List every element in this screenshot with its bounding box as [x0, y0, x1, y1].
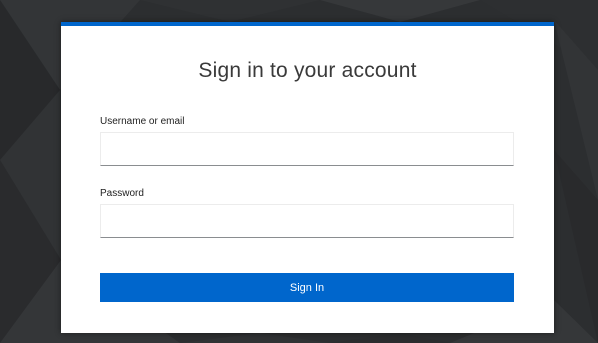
- page-title: Sign in to your account: [198, 59, 417, 82]
- username-input[interactable]: [100, 132, 514, 166]
- password-input[interactable]: [100, 204, 514, 238]
- password-label: Password: [100, 188, 144, 199]
- login-card: Sign in to your account Username or emai…: [61, 22, 554, 333]
- username-label: Username or email: [100, 116, 185, 127]
- sign-in-button[interactable]: Sign In: [100, 273, 514, 302]
